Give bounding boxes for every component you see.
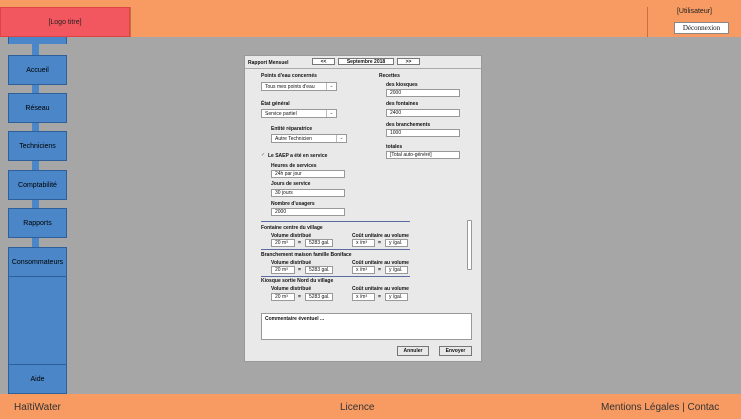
sidebar-item-comptabilite[interactable]: Comptabilité bbox=[8, 170, 67, 200]
footer-brand: HaïtiWater bbox=[14, 402, 61, 413]
sidebar-item-rapports[interactable]: Rapports bbox=[8, 208, 67, 238]
points-select[interactable]: Tous mes points d'eau ⌄ bbox=[261, 82, 337, 91]
sidebar-item-reseau[interactable]: Réseau bbox=[8, 93, 67, 123]
usagers-input[interactable]: 2000 bbox=[271, 208, 345, 216]
entite-select[interactable]: Autre Technicien ⌄ bbox=[271, 134, 347, 143]
jours-label: Jours de service bbox=[271, 181, 311, 187]
sidebar-item-aide[interactable]: Aide bbox=[8, 364, 67, 394]
footer-licence-link[interactable]: Licence bbox=[340, 402, 374, 413]
point-name: Branchement maison famille Boniface bbox=[261, 252, 352, 258]
equals-sign: = bbox=[378, 294, 381, 300]
entite-select-value: Autre Technicien bbox=[275, 136, 312, 142]
kiosques-input[interactable]: 2000 bbox=[386, 89, 460, 97]
kiosques-label: des kiosques bbox=[386, 82, 418, 88]
cancel-button[interactable]: Annuler bbox=[397, 346, 429, 356]
points-scrollbar[interactable] bbox=[467, 220, 472, 270]
submit-button[interactable]: Envoyer bbox=[439, 346, 472, 356]
volume-m3-input[interactable]: 20 m³ bbox=[271, 239, 295, 247]
comment-textarea[interactable]: Commentaire éventuel ... bbox=[261, 313, 472, 340]
equals-sign: = bbox=[378, 267, 381, 273]
equals-sign: = bbox=[378, 240, 381, 246]
usagers-label: Nombre d'usagers bbox=[271, 201, 315, 207]
volume-gal-input[interactable]: 5283 gal. bbox=[305, 239, 333, 247]
totales-label: totales bbox=[386, 144, 403, 150]
cost-gal-input[interactable]: y /gal. bbox=[385, 239, 408, 247]
etat-label: État général bbox=[261, 101, 290, 107]
monthly-report-panel: Rapport Mensuel << Septembre 2018 >> Poi… bbox=[244, 55, 482, 362]
volume-gal-input[interactable]: 5283 gal. bbox=[305, 293, 333, 301]
section-divider bbox=[261, 249, 410, 250]
saep-checkbox[interactable]: ✓ bbox=[261, 153, 266, 158]
next-month-button[interactable]: >> bbox=[397, 58, 420, 65]
comment-placeholder: Commentaire éventuel ... bbox=[265, 316, 325, 322]
chevron-down-icon: ⌄ bbox=[326, 110, 336, 117]
sidebar-item-techniciens[interactable]: Techniciens bbox=[8, 131, 67, 161]
section-divider bbox=[261, 276, 410, 277]
equals-sign: = bbox=[298, 294, 301, 300]
points-label: Points d'eau concernés bbox=[261, 73, 317, 79]
volume-label: Volume distribué bbox=[271, 286, 312, 292]
equals-sign: = bbox=[298, 267, 301, 273]
points-select-value: Tous mes points d'eau bbox=[265, 84, 315, 90]
cost-label: Coût unitaire au volume bbox=[352, 286, 409, 292]
equals-sign: = bbox=[298, 240, 301, 246]
etat-select-value: Service partiel bbox=[265, 111, 297, 117]
sidebar-item-accueil[interactable]: Accueil bbox=[8, 55, 67, 85]
fontaines-input[interactable]: 2400 bbox=[386, 109, 460, 117]
recettes-label: Recettes bbox=[379, 73, 400, 79]
chevron-down-icon: ⌄ bbox=[336, 135, 346, 142]
fontaines-label: des fontaines bbox=[386, 101, 419, 107]
volume-m3-input[interactable]: 20 m³ bbox=[271, 293, 295, 301]
cost-gal-input[interactable]: y /gal. bbox=[385, 266, 408, 274]
point-name: Fontaine centre du village bbox=[261, 225, 323, 231]
heures-input[interactable]: 24h par jour bbox=[271, 170, 345, 178]
heures-label: Heures de services bbox=[271, 163, 317, 169]
branchements-label: des branchements bbox=[386, 122, 431, 128]
chevron-down-icon: ⌄ bbox=[326, 83, 336, 90]
logo[interactable]: [Logo titre] bbox=[0, 7, 130, 37]
footer: HaïtiWater Licence Mentions Légales | Co… bbox=[0, 394, 741, 419]
logout-button[interactable]: Déconnexion bbox=[674, 22, 729, 34]
saep-label: Le SAEP a été en service bbox=[268, 153, 328, 159]
section-divider bbox=[261, 221, 410, 222]
volume-m3-input[interactable]: 20 m³ bbox=[271, 266, 295, 274]
header-divider bbox=[130, 7, 131, 37]
prev-month-button[interactable]: << bbox=[312, 58, 335, 65]
current-month: Septembre 2018 bbox=[338, 58, 394, 65]
report-title: Rapport Mensuel bbox=[248, 60, 289, 66]
point-name: Kiosque sortie Nord du village bbox=[261, 278, 334, 284]
volume-gal-input[interactable]: 5283 gal. bbox=[305, 266, 333, 274]
cost-m3-input[interactable]: x /m³ bbox=[352, 293, 375, 301]
entite-label: Entité réparatrice bbox=[271, 126, 313, 132]
cost-m3-input[interactable]: x /m³ bbox=[352, 266, 375, 274]
footer-legal-link[interactable]: Mentions Légales | Contac bbox=[601, 402, 719, 413]
sidebar-strip bbox=[8, 277, 67, 364]
cost-m3-input[interactable]: x /m³ bbox=[352, 239, 375, 247]
branchements-input[interactable]: 1000 bbox=[386, 129, 460, 137]
sidebar-strip bbox=[8, 37, 67, 44]
etat-select[interactable]: Service partiel ⌄ bbox=[261, 109, 337, 118]
sidebar-item-consommateurs[interactable]: Consommateurs bbox=[8, 247, 67, 277]
jours-input[interactable]: 30 jours bbox=[271, 189, 345, 197]
totales-output: [Total auto-généré] bbox=[386, 151, 460, 159]
user-name: [Utilisateur] bbox=[676, 8, 712, 15]
cost-gal-input[interactable]: y /gal. bbox=[385, 293, 408, 301]
